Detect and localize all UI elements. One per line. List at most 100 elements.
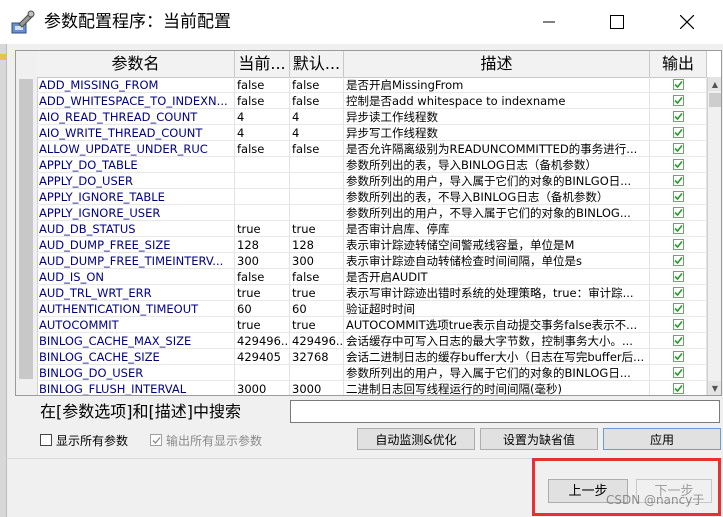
- check-icon: [673, 240, 683, 249]
- scroll-up-icon[interactable]: ▲: [708, 77, 721, 91]
- current-value-cell[interactable]: true: [235, 285, 290, 301]
- current-value-cell[interactable]: 128: [235, 237, 290, 253]
- scroll-down-icon[interactable]: ▼: [708, 381, 721, 395]
- param-name-cell: AUD_TRL_WRT_ERR: [37, 285, 235, 301]
- search-input[interactable]: [290, 400, 720, 423]
- output-checkbox[interactable]: [672, 79, 684, 90]
- current-value-cell[interactable]: 300: [235, 253, 290, 269]
- output-checkbox[interactable]: [672, 223, 684, 234]
- output-checkbox[interactable]: [672, 143, 684, 154]
- table-row[interactable]: ADD_WHITESPACE_TO_INDEXN... false false 控制是…: [37, 93, 707, 109]
- table-row[interactable]: AIO_WRITE_THREAD_COUNT 4 4 异步写工作线程数: [37, 125, 707, 141]
- check-icon: [673, 112, 683, 121]
- output-all-params-checkbox[interactable]: 输出所有显示参数: [150, 432, 262, 448]
- output-checkbox[interactable]: [672, 127, 684, 138]
- output-checkbox[interactable]: [672, 95, 684, 106]
- column-header-name[interactable]: 参数名: [37, 51, 235, 77]
- current-value-cell[interactable]: false: [235, 77, 290, 93]
- current-value-cell[interactable]: false: [235, 269, 290, 285]
- table-row[interactable]: BINLOG_FLUSH_INTERVAL 3000 3000 二进制日志回写线程运行…: [37, 381, 707, 395]
- current-value-cell[interactable]: 4: [235, 125, 290, 141]
- table-row[interactable]: AUTHENTICATION_TIMEOUT 60 60 验证超时时间: [37, 301, 707, 317]
- output-checkbox[interactable]: [672, 383, 684, 394]
- show-all-params-label: 显示所有参数: [56, 433, 129, 448]
- check-icon: [673, 128, 683, 137]
- current-value-cell[interactable]: true: [235, 221, 290, 237]
- left-scrollbar[interactable]: [16, 51, 38, 395]
- right-scrollbar[interactable]: ▲ ▼: [707, 77, 721, 395]
- check-icon: [673, 160, 683, 169]
- default-value-cell: true: [290, 221, 344, 237]
- close-button[interactable]: [664, 0, 710, 44]
- right-scrollbar-thumb[interactable]: [709, 93, 721, 107]
- output-checkbox[interactable]: [672, 351, 684, 362]
- table-row[interactable]: APPLY_IGNORE_USER 参数所列出的用户，不导入属于它们的对象的BIN…: [37, 205, 707, 221]
- output-checkbox[interactable]: [672, 111, 684, 122]
- description-cell: 是否审计启库、停库: [344, 221, 650, 237]
- table-row[interactable]: APPLY_IGNORE_TABLE 参数所列出的表，不导入BINLOG日志（备机…: [37, 189, 707, 205]
- column-header-default[interactable]: 默认...: [290, 51, 344, 77]
- table-row[interactable]: AUD_DB_STATUS true true 是否审计启库、停库: [37, 221, 707, 237]
- output-checkbox[interactable]: [672, 335, 684, 346]
- current-value-cell[interactable]: [235, 365, 290, 381]
- apply-button[interactable]: 应用: [603, 428, 721, 450]
- output-checkbox[interactable]: [672, 319, 684, 330]
- table-row[interactable]: AUD_IS_ON false false 是否开启AUDIT: [37, 269, 707, 285]
- current-value-cell[interactable]: [235, 205, 290, 221]
- param-name-cell: APPLY_DO_USER: [37, 173, 235, 189]
- folder-icon: [0, 54, 6, 60]
- current-value-cell[interactable]: 3000: [235, 381, 290, 395]
- current-value-cell[interactable]: [235, 189, 290, 205]
- output-checkbox[interactable]: [672, 207, 684, 218]
- output-checkbox[interactable]: [672, 159, 684, 170]
- output-checkbox[interactable]: [672, 175, 684, 186]
- left-scrollbar-thumb[interactable]: [19, 79, 33, 379]
- current-value-cell[interactable]: 60: [235, 301, 290, 317]
- table-row[interactable]: APPLY_DO_TABLE 参数所列出的表，导入BINLOG日志（备机参数）: [37, 157, 707, 173]
- current-value-cell[interactable]: 429405: [235, 349, 290, 365]
- table-row[interactable]: AUD_DUMP_FREE_SIZE 128 128 表示审计踪迹转储空间警戒线容量，…: [37, 237, 707, 253]
- current-value-cell[interactable]: 4: [235, 109, 290, 125]
- table-row[interactable]: AUTOCOMMIT true true AUTOCOMMIT选项true表示自动提交…: [37, 317, 707, 333]
- table-row[interactable]: BINLOG_DO_USER 参数所列出的用户，导入属于它们的对象的BINLOG日…: [37, 365, 707, 381]
- current-value-cell[interactable]: true: [235, 317, 290, 333]
- minimize-button[interactable]: [526, 0, 572, 44]
- default-value-cell: false: [290, 77, 344, 93]
- output-checkbox[interactable]: [672, 255, 684, 266]
- current-value-cell[interactable]: [235, 173, 290, 189]
- table-row[interactable]: BINLOG_CACHE_SIZE 429405 32768 会话二进制日志的缓存bu…: [37, 349, 707, 365]
- table-row[interactable]: APPLY_DO_USER 参数所列出的用户，导入属于它们的对象的BINLGO日.…: [37, 173, 707, 189]
- column-header-description[interactable]: 描述: [344, 51, 650, 77]
- param-name-cell: AUD_DB_STATUS: [37, 221, 235, 237]
- table-row[interactable]: AUD_TRL_WRT_ERR true true 表示写审计踪迹出错时系统的处理策略…: [37, 285, 707, 301]
- output-checkbox[interactable]: [672, 271, 684, 282]
- table-row[interactable]: AUD_DUMP_FREE_TIMEINTERV... 300 300 表示审计踪迹自…: [37, 253, 707, 269]
- current-value-cell[interactable]: 429496...: [235, 333, 290, 349]
- column-header-current[interactable]: 当前...: [235, 51, 290, 77]
- set-default-button[interactable]: 设置为缺省值: [480, 428, 598, 450]
- table-row[interactable]: ADD_MISSING_FROM false false 是否开启MissingFro…: [37, 77, 707, 93]
- default-value-cell: [290, 205, 344, 221]
- param-name-cell: ALLOW_UPDATE_UNDER_RUC: [37, 141, 235, 157]
- column-header-output[interactable]: 输出: [650, 51, 707, 77]
- output-checkbox[interactable]: [672, 367, 684, 378]
- output-checkbox[interactable]: [672, 303, 684, 314]
- current-value-cell[interactable]: false: [235, 93, 290, 109]
- current-value-cell[interactable]: false: [235, 141, 290, 157]
- parameter-grid[interactable]: 参数名 当前... 默认... 描述 输出 ADD_MISSING_FROM fa…: [15, 50, 722, 396]
- checkbox-box[interactable]: [150, 434, 162, 446]
- table-row[interactable]: ALLOW_UPDATE_UNDER_RUC false false 是否允许隔离级别…: [37, 141, 707, 157]
- table-row[interactable]: AIO_READ_THREAD_COUNT 4 4 异步读工作线程数: [37, 109, 707, 125]
- output-checkbox[interactable]: [672, 287, 684, 298]
- maximize-button[interactable]: [594, 0, 640, 44]
- checkbox-box[interactable]: [40, 434, 52, 446]
- param-name-cell: AIO_WRITE_THREAD_COUNT: [37, 125, 235, 141]
- output-checkbox[interactable]: [672, 239, 684, 250]
- current-value-cell[interactable]: [235, 157, 290, 173]
- param-name-cell: APPLY_DO_TABLE: [37, 157, 235, 173]
- table-row[interactable]: BINLOG_CACHE_MAX_SIZE 429496... 429496... 会…: [37, 333, 707, 349]
- output-checkbox[interactable]: [672, 191, 684, 202]
- show-all-params-checkbox[interactable]: 显示所有参数: [40, 432, 128, 448]
- check-icon: [673, 368, 683, 377]
- auto-optimize-button[interactable]: 自动监测&优化: [357, 428, 475, 450]
